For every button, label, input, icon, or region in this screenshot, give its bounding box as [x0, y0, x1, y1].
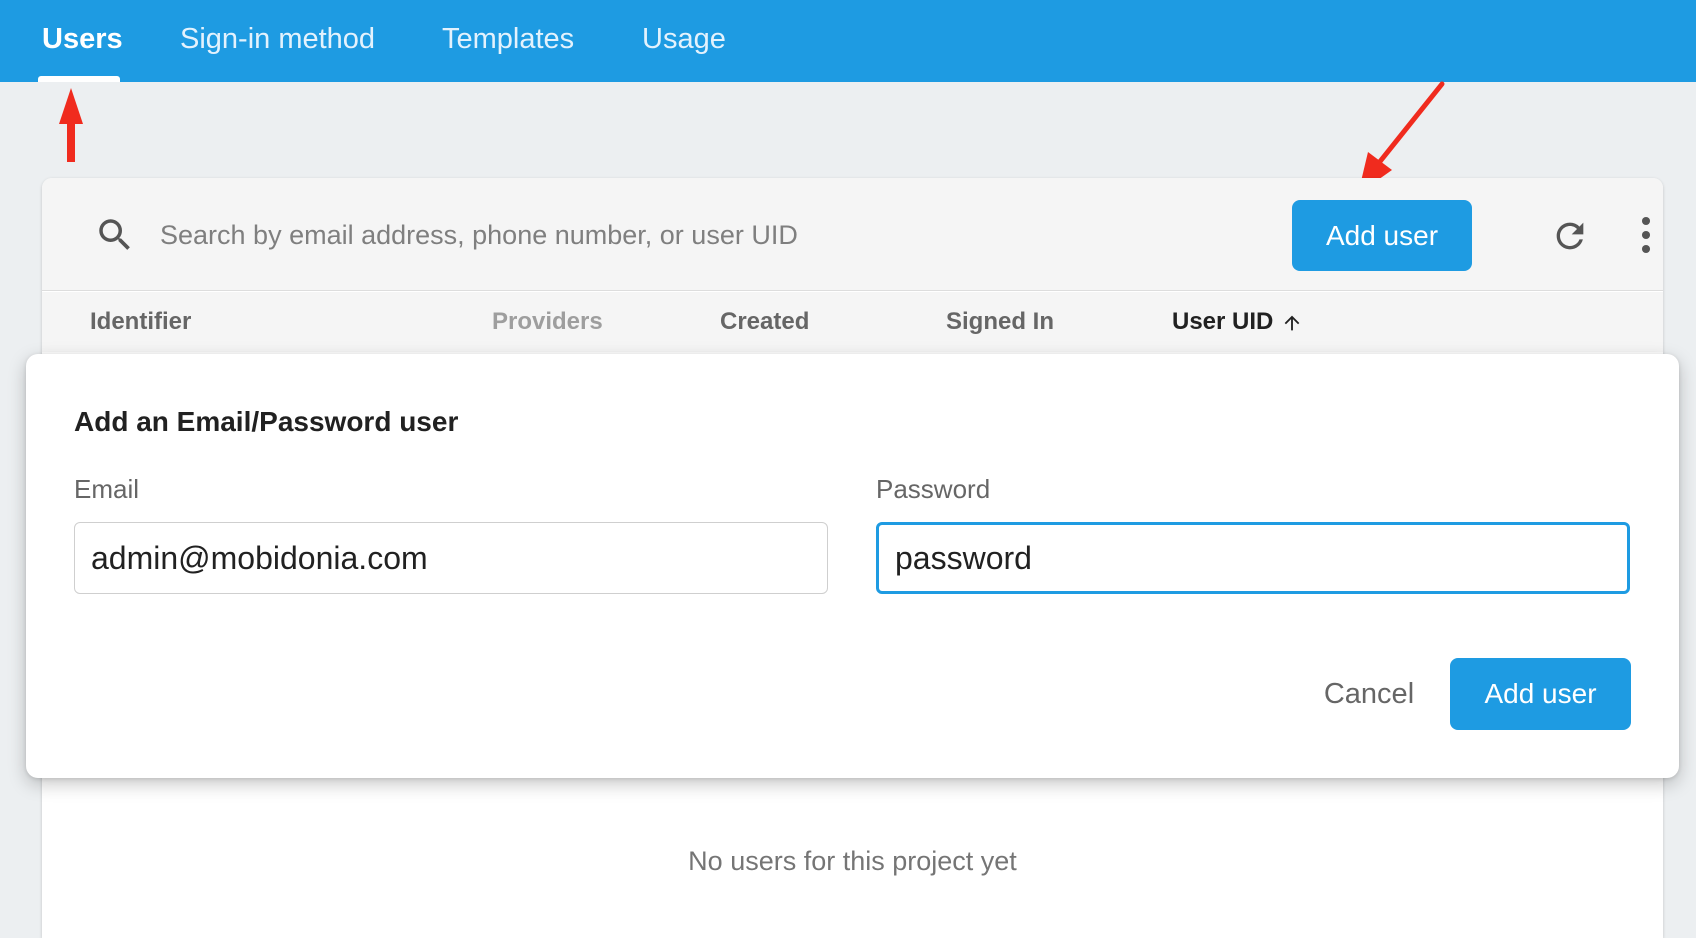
users-toolbar: Add user: [42, 178, 1663, 291]
cancel-button[interactable]: Cancel: [1294, 658, 1444, 730]
tab-users[interactable]: Users: [42, 0, 123, 82]
more-vert-icon[interactable]: [1636, 214, 1656, 256]
column-created[interactable]: Created: [720, 292, 809, 352]
password-label: Password: [876, 474, 991, 504]
column-signed-in[interactable]: Signed In: [946, 292, 1054, 352]
search-icon: [99, 219, 130, 250]
column-identifier[interactable]: Identifier: [90, 292, 191, 352]
active-tab-indicator: [38, 76, 120, 82]
tab-usage[interactable]: Usage: [642, 0, 726, 82]
email-field[interactable]: [74, 522, 828, 594]
submit-add-user-button[interactable]: Add user: [1450, 658, 1631, 730]
email-label: Email: [74, 474, 140, 504]
password-field[interactable]: [876, 522, 1630, 594]
empty-state-message: No users for this project yet: [688, 846, 1017, 876]
annotation-arrow-up: [59, 88, 83, 162]
add-user-dialog: Add an Email/Password user Email Passwor…: [26, 354, 1679, 778]
tab-sign-in-method[interactable]: Sign-in method: [180, 0, 375, 82]
column-user-uid-label: User UID: [1172, 308, 1274, 335]
search-input[interactable]: [160, 208, 1210, 262]
dialog-title: Add an Email/Password user: [74, 406, 459, 437]
table-header: Identifier Providers Created Signed In U…: [42, 292, 1663, 352]
column-providers: Providers: [492, 308, 603, 335]
refresh-icon[interactable]: [1550, 216, 1590, 256]
tab-templates[interactable]: Templates: [442, 0, 574, 82]
top-nav-bar: Users Sign-in method Templates Usage: [0, 0, 1696, 82]
column-user-uid[interactable]: User UID: [1172, 292, 1303, 352]
arrow-up-icon: [1285, 315, 1300, 330]
add-user-button[interactable]: Add user: [1292, 200, 1472, 271]
